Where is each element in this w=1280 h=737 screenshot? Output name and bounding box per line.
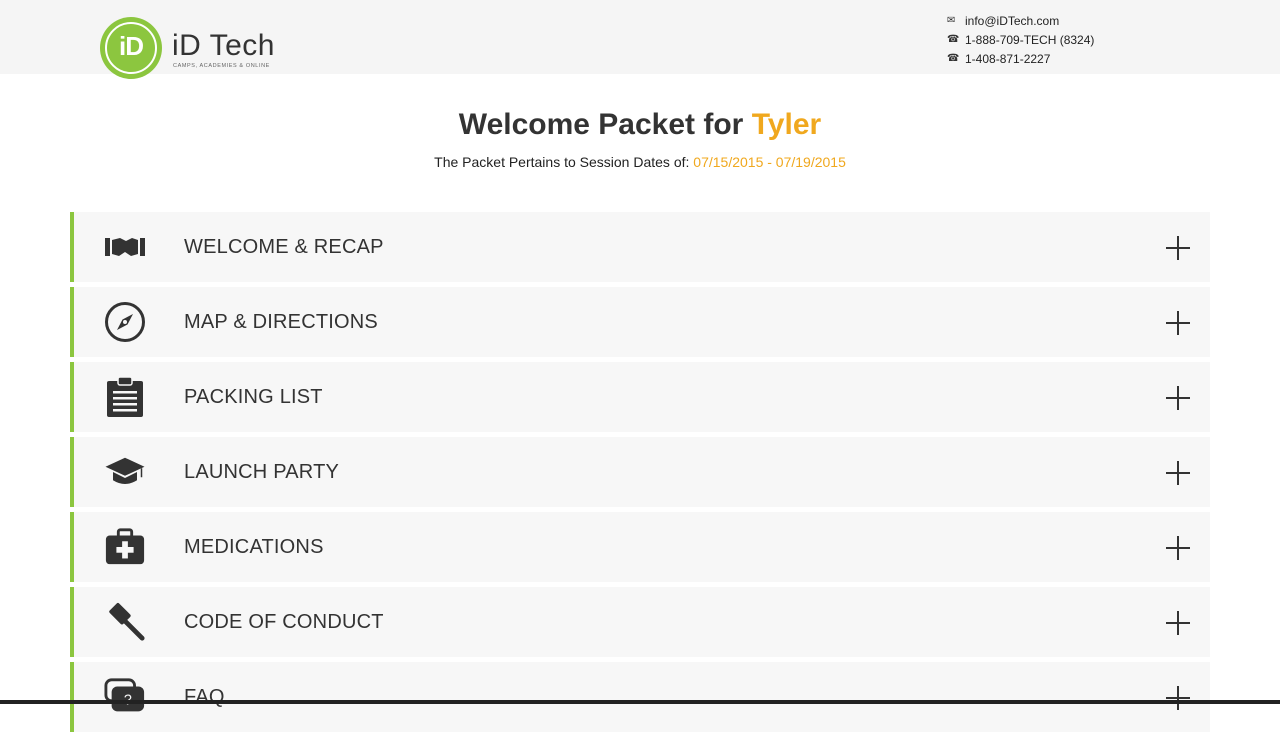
section-label: FAQ [184, 686, 225, 708]
section-label: MEDICATIONS [184, 536, 324, 558]
section-map-directions[interactable]: MAP & DIRECTIONS [70, 287, 1210, 357]
plus-icon[interactable] [1164, 459, 1192, 487]
dates-prefix: The Packet Pertains to Session Dates of: [434, 154, 690, 170]
window-bottom-edge [0, 700, 1280, 704]
section-label: PACKING LIST [184, 386, 323, 408]
section-welcome-recap[interactable]: WELCOME & RECAP [70, 212, 1210, 282]
handshake-icon [104, 227, 146, 267]
session-dates: 07/15/2015 - 07/19/2015 [693, 154, 846, 170]
plus-icon[interactable] [1164, 684, 1192, 712]
plus-icon[interactable] [1164, 534, 1192, 562]
session-dates-line: The Packet Pertains to Session Dates of:… [0, 154, 1280, 170]
idtech-logo[interactable]: iD iD Tech CAMPS, ACADEMIES & ONLINE [100, 17, 280, 81]
medical-kit-icon [104, 527, 146, 567]
section-label: MAP & DIRECTIONS [184, 311, 378, 333]
student-name: Tyler [751, 108, 822, 141]
contact-email[interactable]: info@iDTech.com [965, 14, 1059, 28]
packet-sections-accordion: WELCOME & RECAP MAP & DIRECTIONS PACKING… [70, 212, 1210, 737]
envelope-icon: ✉ [947, 15, 956, 26]
top-header-bar: iD iD Tech CAMPS, ACADEMIES & ONLINE ✉ i… [0, 0, 1280, 79]
section-label: CODE OF CONDUCT [184, 611, 384, 633]
page-title: Welcome Packet for Tyler [0, 108, 1280, 142]
compass-icon [104, 302, 146, 342]
plus-icon[interactable] [1164, 609, 1192, 637]
logo-name: iD Tech [172, 29, 275, 62]
clipboard-icon [104, 376, 146, 417]
plus-icon[interactable] [1164, 384, 1192, 412]
logo-tagline: CAMPS, ACADEMIES & ONLINE [173, 63, 270, 69]
question-chat-icon: ? [104, 677, 146, 717]
section-faq[interactable]: ? FAQ [70, 662, 1210, 732]
phone-icon: ☎ [947, 53, 960, 64]
phone-icon: ☎ [947, 34, 960, 45]
plus-icon[interactable] [1164, 234, 1192, 262]
section-code-of-conduct[interactable]: CODE OF CONDUCT [70, 587, 1210, 657]
contact-phone-2[interactable]: 1-408-871-2227 [965, 52, 1050, 66]
section-packing-list[interactable]: PACKING LIST [70, 362, 1210, 432]
plus-icon[interactable] [1164, 309, 1192, 337]
logo-mark: iD [100, 17, 162, 79]
section-launch-party[interactable]: LAUNCH PARTY [70, 437, 1210, 507]
title-prefix: Welcome Packet for [458, 108, 744, 141]
contact-phone-1[interactable]: 1-888-709-TECH (8324) [965, 33, 1094, 47]
graduation-cap-icon [104, 452, 146, 492]
section-label: WELCOME & RECAP [184, 236, 384, 258]
contact-info: ✉ info@iDTech.com ☎ 1-888-709-TECH (8324… [947, 11, 1094, 68]
section-label: LAUNCH PARTY [184, 461, 340, 483]
section-medications[interactable]: MEDICATIONS [70, 512, 1210, 582]
gavel-icon [104, 602, 146, 642]
